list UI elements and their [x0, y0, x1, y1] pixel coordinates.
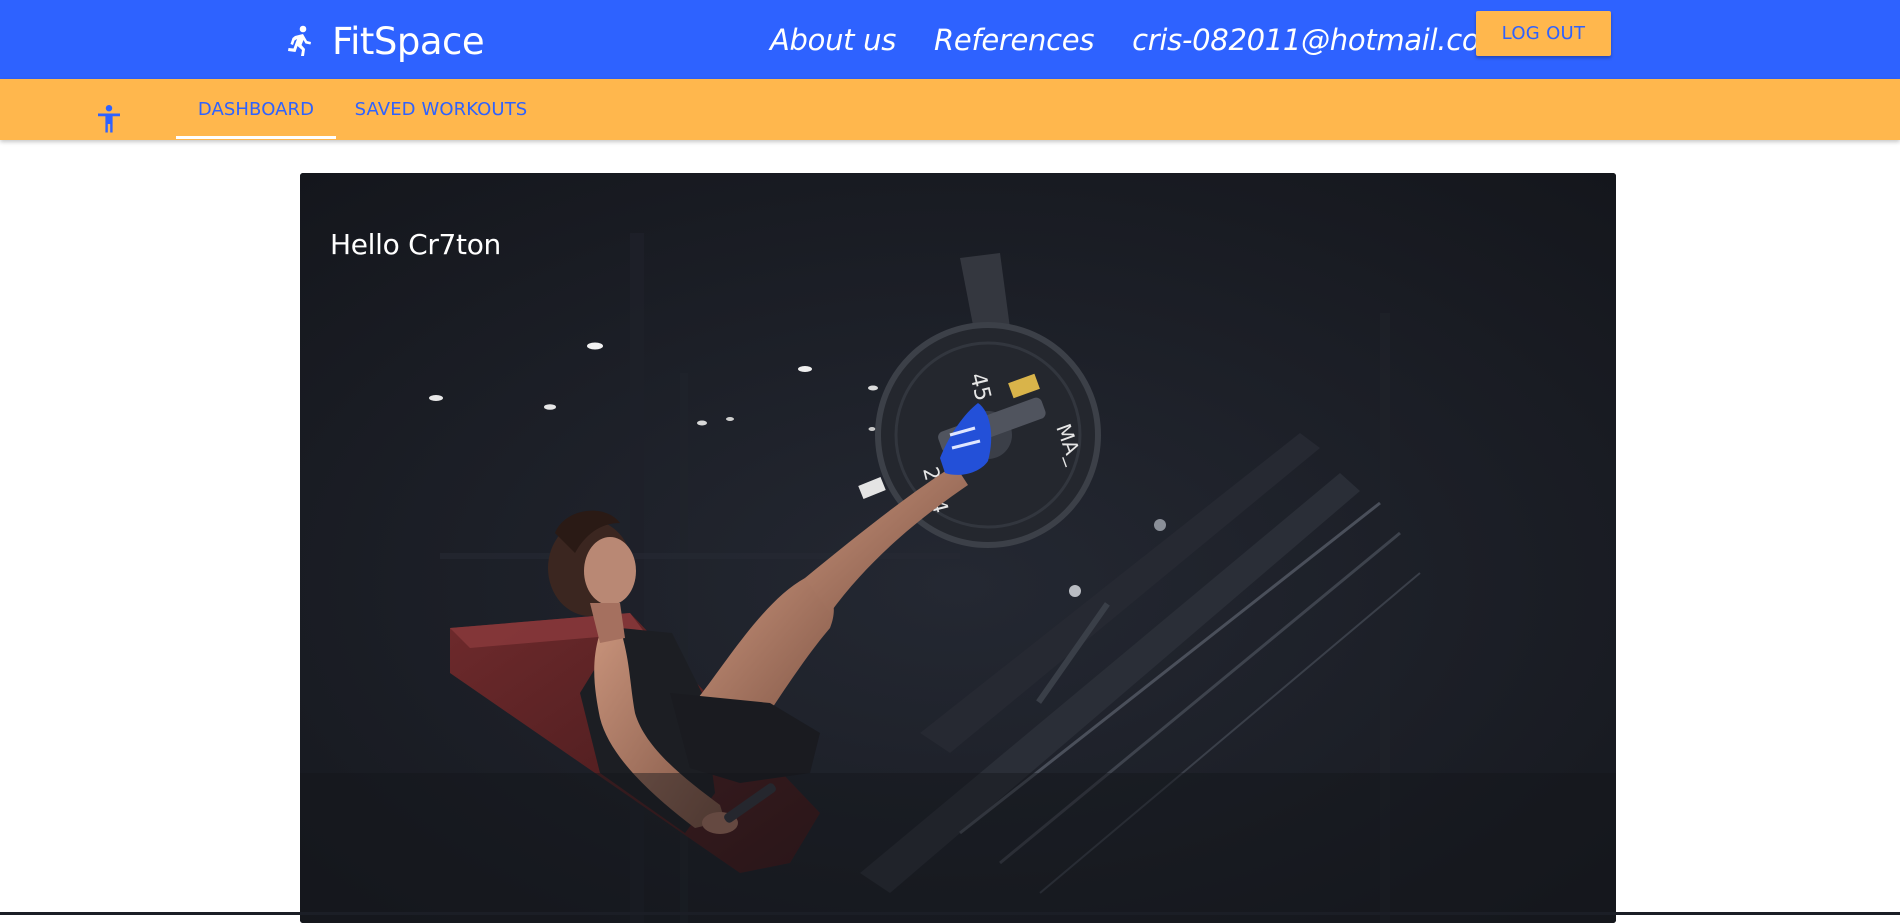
tab-bar: DASHBOARD SAVED WORKOUTS — [0, 79, 1900, 140]
running-person-icon — [288, 25, 311, 56]
user-email-link[interactable]: cris-082011@hotmail.com — [1132, 23, 1507, 57]
top-navigation: About us References cris-082011@hotmail.… — [770, 18, 1508, 62]
accessibility-icon[interactable] — [98, 105, 120, 133]
woman-leg-press-gym-photo: 45 MA_ 20.4 — [300, 173, 1616, 923]
tab-dashboard[interactable]: DASHBOARD — [176, 79, 336, 140]
greeting-heading: Hello Cr7ton — [330, 227, 502, 261]
brand[interactable]: FitSpace — [286, 14, 485, 68]
app-title: FitSpace — [332, 19, 485, 63]
references-link[interactable]: References — [934, 23, 1094, 57]
about-us-link[interactable]: About us — [770, 23, 896, 57]
tab-saved-workouts[interactable]: SAVED WORKOUTS — [346, 79, 536, 140]
active-tab-indicator — [176, 136, 336, 139]
dashboard-card: 45 MA_ 20.4 Hello Cr7ton — [300, 173, 1616, 923]
top-app-bar: FitSpace About us References cris-082011… — [0, 0, 1900, 79]
logout-button[interactable]: LOG OUT — [1476, 11, 1611, 56]
